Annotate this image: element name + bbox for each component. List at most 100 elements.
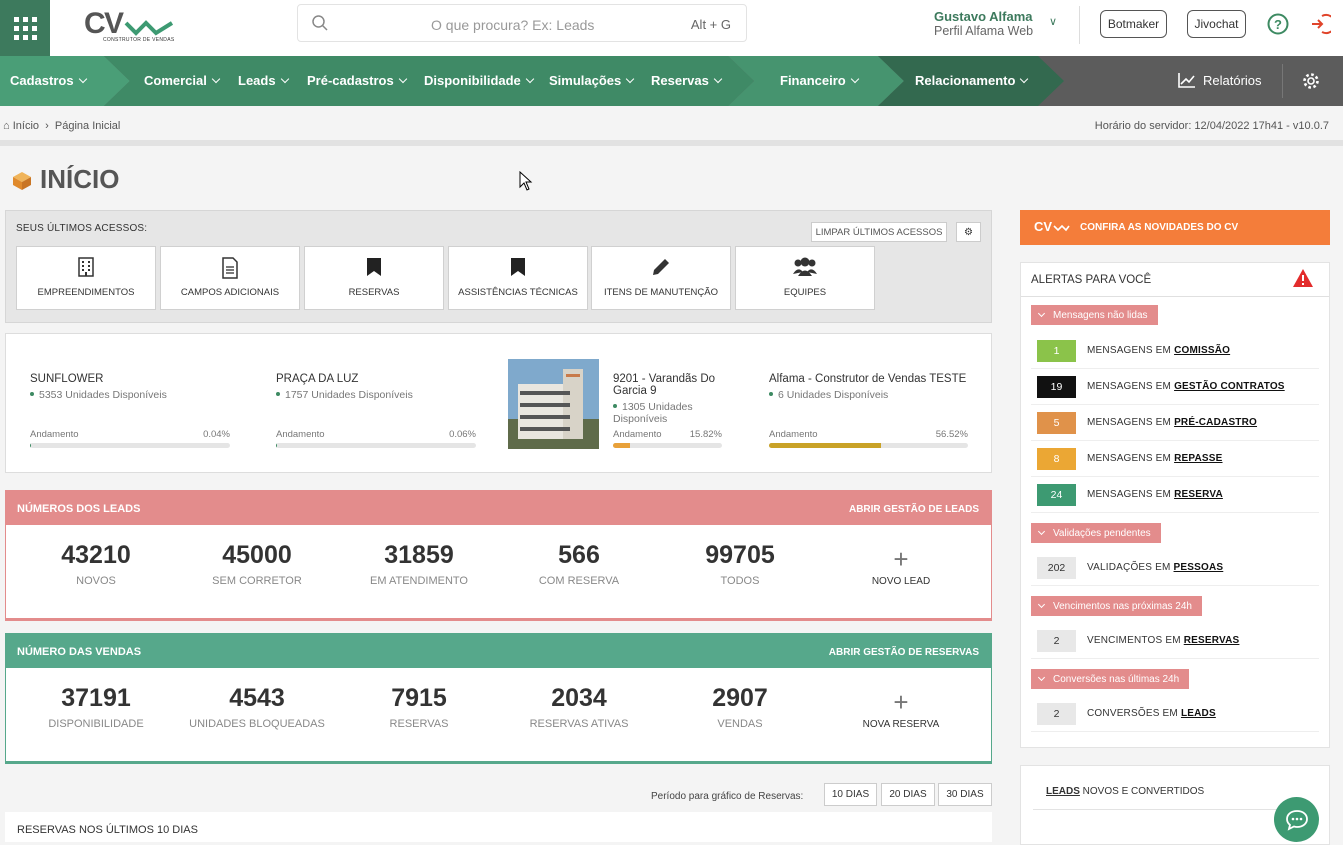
lead-stat[interactable]: 43210 NOVOS (16, 541, 176, 587)
sales-title: NÚMERO DAS VENDAS (17, 646, 142, 658)
sales-stat[interactable]: 7915 RESERVAS (339, 684, 499, 730)
divider (1282, 64, 1283, 98)
project-photo[interactable] (508, 359, 599, 449)
alert-row[interactable]: 2 CONVERSÕES EM LEADS (1031, 696, 1319, 732)
sales-stat[interactable]: 37191 DISPONIBILIDADE (16, 684, 176, 730)
period-20-button[interactable]: 20 DIAS (881, 783, 935, 806)
nav-item-relatorios[interactable]: Relatórios (1203, 73, 1262, 88)
recent-tile-itens-de-manutencao[interactable]: ITENS DE MANUTENÇÃO (591, 246, 731, 310)
new-reserva-button[interactable]: + NOVA RESERVA (841, 689, 961, 730)
nav-item-cadastros[interactable]: Cadastros (10, 73, 86, 88)
tile-label: ITENS DE MANUTENÇÃO (603, 287, 718, 298)
nav-item-financeiro[interactable]: Financeiro (780, 73, 858, 88)
project-name: 9201 - Varandãs Do Garcia 9 (613, 373, 716, 397)
nav-item-leads[interactable]: Leads (238, 73, 288, 88)
lead-stat[interactable]: 99705 TODOS (660, 541, 820, 587)
chevron-down-icon[interactable]: ∨ (1049, 15, 1057, 28)
box-icon (13, 171, 31, 190)
alert-row[interactable]: 202 VALIDAÇÕES EM PESSOAS (1031, 550, 1319, 586)
clear-recent-button[interactable]: LIMPAR ÚLTIMOS ACESSOS (811, 222, 947, 242)
stat-value: 2034 (551, 684, 607, 712)
alert-prefix: MENSAGENS EM (1087, 345, 1175, 356)
alert-group-tag[interactable]: Conversões nas últimas 24h (1031, 669, 1190, 689)
recent-tile-equipes[interactable]: EQUIPES (735, 246, 875, 310)
logout-icon[interactable] (1309, 13, 1331, 35)
alert-row[interactable]: 8 MENSAGENS EM REPASSE (1031, 441, 1319, 477)
alert-link[interactable]: PESSOAS (1174, 562, 1224, 573)
nav-item-reservas[interactable]: Reservas (651, 73, 721, 88)
tile-label: EQUIPES (783, 287, 827, 298)
project-card[interactable]: SUNFLOWER 5353 Unidades Disponíveis Anda… (30, 373, 230, 448)
news-label: CONFIRA AS NOVIDADES DO CV (1080, 222, 1239, 233)
new-lead-label: NOVO LEAD (871, 576, 931, 587)
nav-item-relacionamento[interactable]: Relacionamento (915, 73, 1027, 88)
home-icon: ⌂ (3, 120, 10, 132)
alert-link[interactable]: COMISSÃO (1174, 345, 1230, 356)
alert-group-tag[interactable]: Vencimentos nas próximas 24h (1031, 596, 1202, 616)
project-card[interactable]: 9201 - Varandãs Do Garcia 9 1305 Unidade… (613, 373, 722, 448)
project-name: SUNFLOWER (30, 373, 104, 385)
alert-link[interactable]: PRÉ-CADASTRO (1174, 417, 1257, 428)
alert-group-tag[interactable]: Validações pendentes (1031, 523, 1161, 543)
alert-group-tag[interactable]: Mensagens não lidas (1031, 305, 1158, 325)
open-leads-link[interactable]: ABRIR GESTÃO DE LEADS (849, 504, 979, 515)
news-banner[interactable]: CV CONFIRA AS NOVIDADES DO CV (1020, 210, 1330, 245)
jivochat-button[interactable]: Jivochat (1187, 10, 1246, 38)
alert-row[interactable]: 5 MENSAGENS EM PRÉ-CADASTRO (1031, 405, 1319, 441)
period-10-button[interactable]: 10 DIAS (824, 783, 877, 806)
alert-link[interactable]: LEADS (1181, 708, 1216, 719)
sales-stat[interactable]: 2907 VENDAS (660, 684, 820, 730)
help-icon[interactable]: ? (1267, 13, 1289, 35)
nav-item-simulacoes[interactable]: Simulações (549, 73, 633, 88)
projects-panel: SUNFLOWER 5353 Unidades Disponíveis Anda… (5, 333, 992, 473)
botmaker-button[interactable]: Botmaker (1100, 10, 1167, 38)
project-name: PRAÇA DA LUZ (276, 373, 359, 385)
project-card[interactable]: PRAÇA DA LUZ 1757 Unidades Disponíveis A… (276, 373, 476, 448)
alert-row[interactable]: 2 VENCIMENTOS EM RESERVAS (1031, 623, 1319, 659)
sales-stat[interactable]: 2034 RESERVAS ATIVAS (499, 684, 659, 730)
recent-tile-reservas[interactable]: RESERVAS (304, 246, 444, 310)
recent-tile-empreendimentos[interactable]: EMPREENDIMENTOS (16, 246, 156, 310)
leads-converted-link[interactable]: LEADS (1046, 786, 1080, 797)
alert-link[interactable]: RESERVA (1174, 489, 1223, 500)
project-card[interactable]: Alfama - Construtor de Vendas TESTE 6 Un… (769, 373, 968, 448)
alert-count: 2 (1037, 630, 1076, 652)
search-input[interactable]: O que procura? Ex: Leads Alt + G (297, 4, 747, 42)
breadcrumb-home[interactable]: Início (13, 120, 39, 132)
progress-fill (276, 443, 277, 448)
nav-item-comercial[interactable]: Comercial (144, 73, 219, 88)
server-time: Horário do servidor: 12/04/2022 17h41 - … (1094, 120, 1329, 132)
lead-stat[interactable]: 31859 EM ATENDIMENTO (339, 541, 499, 587)
alert-count: 19 (1037, 376, 1076, 398)
lead-stat[interactable]: 566 COM RESERVA (499, 541, 659, 587)
stat-label: DISPONIBILIDADE (48, 718, 144, 730)
user-profile: Perfil Alfama Web (934, 24, 1034, 38)
stat-value: 4543 (229, 684, 285, 712)
recent-tile-campos-adicionais[interactable]: CAMPOS ADICIONAIS (160, 246, 300, 310)
lead-stat[interactable]: 45000 SEM CORRETOR (177, 541, 337, 587)
open-reservas-link[interactable]: ABRIR GESTÃO DE RESERVAS (829, 647, 979, 658)
nav-item-pre-cadastros[interactable]: Pré-cadastros (307, 73, 406, 88)
project-availability: 1305 Unidades Disponíveis (613, 401, 722, 425)
chart-icon (1178, 73, 1195, 88)
nav-item-disponibilidade[interactable]: Disponibilidade (424, 73, 533, 88)
recent-tile-assistencias-tecnicas[interactable]: ASSISTÊNCIAS TÉCNICAS (448, 246, 588, 310)
alert-row[interactable]: 1 MENSAGENS EM COMISSÃO (1031, 333, 1319, 369)
gear-icon[interactable]: ⚙ (956, 222, 981, 242)
alert-row[interactable]: 24 MENSAGENS EM RESERVA (1031, 477, 1319, 513)
stat-value: 566 (558, 541, 600, 569)
alert-link[interactable]: RESERVAS (1184, 635, 1240, 646)
stat-value: 43210 (61, 541, 131, 569)
apps-grid-icon[interactable] (0, 0, 50, 56)
chat-button[interactable] (1274, 797, 1319, 842)
user-menu[interactable]: Gustavo Alfama Perfil Alfama Web (934, 9, 1033, 39)
alert-link[interactable]: GESTÃO CONTRATOS (1174, 381, 1285, 392)
sales-stat[interactable]: 4543 UNIDADES BLOQUEADAS (177, 684, 337, 730)
mouse-cursor-icon (519, 171, 533, 191)
new-lead-button[interactable]: + NOVO LEAD (841, 546, 961, 587)
alert-row[interactable]: 19 MENSAGENS EM GESTÃO CONTRATOS (1031, 369, 1319, 405)
gear-icon[interactable] (1302, 72, 1320, 90)
period-30-button[interactable]: 30 DIAS (938, 783, 992, 806)
alert-link[interactable]: REPASSE (1174, 453, 1222, 464)
svg-text:C: C (84, 7, 106, 40)
